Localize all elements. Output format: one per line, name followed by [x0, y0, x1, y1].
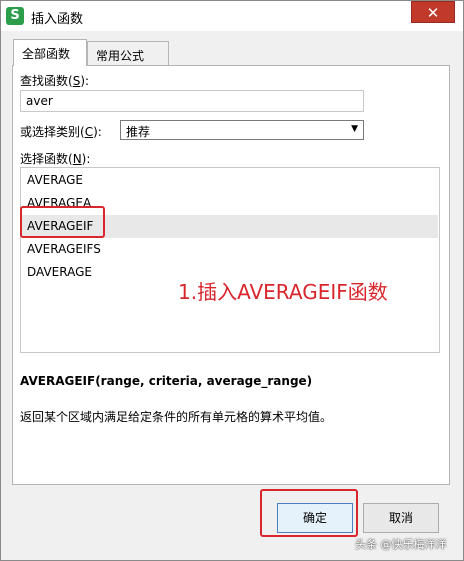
- function-item-average[interactable]: AVERAGE: [22, 169, 438, 192]
- function-description: 返回某个区域内满足给定条件的所有单元格的算术平均值。: [20, 410, 333, 424]
- function-signature: AVERAGEIF(range, criteria, average_range…: [20, 374, 313, 388]
- watermark: 头条 @快乐梅洋洋: [355, 538, 447, 551]
- search-label: 查找函数(S):: [20, 74, 90, 88]
- tab-common-formulas[interactable]: 常用公式: [87, 41, 169, 66]
- title-bar: S 插入函数 ✕: [1, 1, 463, 31]
- tab-all-functions[interactable]: 全部函数: [13, 39, 87, 66]
- function-item-averageifs[interactable]: AVERAGEIFS: [22, 238, 438, 261]
- function-list-label: 选择函数(N):: [20, 152, 91, 166]
- annotation-highlight-function: [20, 206, 105, 238]
- category-select[interactable]: 推荐 ▼: [120, 120, 364, 140]
- cancel-button[interactable]: 取消: [363, 503, 439, 533]
- annotation-highlight-ok: [260, 489, 358, 537]
- close-button[interactable]: ✕: [411, 1, 455, 23]
- function-list[interactable]: AVERAGE AVERAGEA AVERAGEIF AVERAGEIFS DA…: [20, 167, 440, 353]
- category-selected-value: 推荐: [126, 125, 151, 139]
- search-input[interactable]: [20, 90, 364, 112]
- wps-app-icon: S: [6, 7, 24, 25]
- chevron-down-icon: ▼: [351, 124, 358, 134]
- category-label: 或选择类别(C):: [20, 125, 102, 139]
- close-icon: ✕: [426, 4, 440, 22]
- dialog-title: 插入函数: [31, 12, 84, 27]
- annotation-text: 1.插入AVERAGEIF函数: [178, 280, 388, 304]
